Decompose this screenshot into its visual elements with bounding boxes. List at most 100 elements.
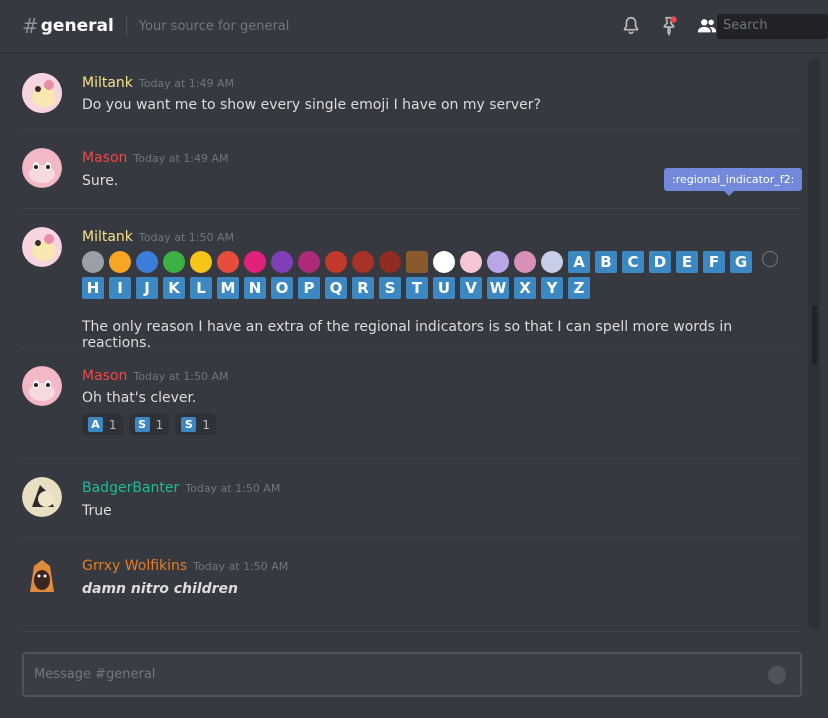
regional-indicator-emoji: S bbox=[181, 417, 197, 432]
username[interactable]: Miltank bbox=[82, 75, 133, 91]
bell-icon[interactable] bbox=[620, 15, 642, 37]
emoji-row: A B C D E F G H I J K L M N O P Q R S T … bbox=[82, 251, 762, 299]
regional-indicator-emoji[interactable]: K bbox=[163, 277, 185, 299]
custom-emoji-dark-demon[interactable] bbox=[379, 251, 401, 273]
message-group: BadgerBanter Today at 1:50 AM True bbox=[0, 459, 800, 539]
avatar[interactable] bbox=[22, 227, 62, 267]
regional-indicator-emoji[interactable]: F bbox=[703, 251, 725, 273]
channel-hash-icon: # bbox=[22, 14, 39, 38]
regional-indicator-emoji[interactable]: R bbox=[352, 277, 374, 299]
username[interactable]: BadgerBanter bbox=[82, 480, 179, 496]
regional-indicator-emoji[interactable]: T bbox=[406, 277, 428, 299]
username[interactable]: Miltank bbox=[82, 229, 133, 245]
regional-indicator-emoji[interactable]: Z bbox=[568, 277, 590, 299]
regional-indicator-emoji[interactable]: B bbox=[595, 251, 617, 273]
regional-indicator-emoji[interactable]: O bbox=[271, 277, 293, 299]
message-divider bbox=[22, 631, 800, 632]
custom-emoji-pokemon-4[interactable] bbox=[541, 251, 563, 273]
regional-indicator-emoji[interactable]: D bbox=[649, 251, 671, 273]
message-text: damn nitro children bbox=[82, 581, 239, 597]
message-text: Sure. bbox=[82, 173, 119, 189]
regional-indicator-emoji[interactable]: N bbox=[244, 277, 266, 299]
avatar[interactable] bbox=[22, 556, 62, 596]
regional-indicator-emoji[interactable]: P bbox=[298, 277, 320, 299]
custom-emoji-green-face[interactable] bbox=[163, 251, 185, 273]
message-author[interactable]: Miltank Today at 1:50 AM bbox=[82, 229, 234, 245]
reaction-s2[interactable]: S 1 bbox=[175, 414, 216, 435]
channel-header: # general Your source for general bbox=[0, 0, 828, 53]
custom-emoji-pink-face[interactable] bbox=[244, 251, 266, 273]
custom-emoji-pokemon-1[interactable] bbox=[460, 251, 482, 273]
reaction-s[interactable]: S 1 bbox=[128, 414, 170, 435]
avatar[interactable] bbox=[22, 148, 62, 188]
message-author[interactable]: Miltank Today at 1:49 AM bbox=[82, 75, 234, 91]
regional-indicator-emoji[interactable]: G bbox=[730, 251, 752, 273]
regional-indicator-emoji[interactable]: V bbox=[460, 277, 482, 299]
timestamp: Today at 1:50 AM bbox=[185, 482, 281, 495]
custom-emoji-magenta-face[interactable] bbox=[298, 251, 320, 273]
regional-indicator-emoji[interactable]: S bbox=[379, 277, 401, 299]
add-reaction-icon[interactable] bbox=[762, 251, 778, 267]
reaction-a[interactable]: A 1 bbox=[82, 414, 123, 435]
message-input[interactable]: Message #general bbox=[22, 652, 802, 697]
reaction-count: 1 bbox=[109, 417, 117, 432]
regional-indicator-emoji[interactable]: W bbox=[487, 277, 509, 299]
regional-indicator-emoji: A bbox=[88, 417, 103, 432]
message-group: Mason Today at 1:50 AM Oh that's clever. … bbox=[0, 348, 800, 460]
message-text: Do you want me to show every single emoj… bbox=[82, 97, 541, 113]
timestamp: Today at 1:49 AM bbox=[133, 152, 229, 165]
regional-indicator-emoji[interactable]: M bbox=[217, 277, 239, 299]
username[interactable]: Mason bbox=[82, 368, 127, 384]
reaction-count: 1 bbox=[202, 417, 210, 432]
regional-indicator-emoji[interactable]: U bbox=[433, 277, 455, 299]
custom-emoji-red-face[interactable] bbox=[217, 251, 239, 273]
regional-indicator-emoji[interactable]: Y bbox=[541, 277, 563, 299]
header-icons bbox=[620, 15, 718, 37]
avatar[interactable] bbox=[22, 477, 62, 517]
username[interactable]: Grrxy Wolfikins bbox=[82, 558, 187, 574]
regional-indicator-emoji[interactable]: L bbox=[190, 277, 212, 299]
custom-emoji-purple-face[interactable] bbox=[271, 251, 293, 273]
custom-emoji-angry-demon[interactable] bbox=[352, 251, 374, 273]
regional-indicator-emoji[interactable]: I bbox=[109, 277, 131, 299]
custom-emoji-pokemon-3[interactable] bbox=[514, 251, 536, 273]
message-input-placeholder: Message #general bbox=[34, 667, 156, 682]
message-text: Oh that's clever. bbox=[82, 390, 197, 406]
regional-indicator-emoji[interactable]: E bbox=[676, 251, 698, 273]
channel-name: general bbox=[40, 16, 114, 36]
timestamp: Today at 1:50 AM bbox=[193, 560, 289, 573]
regional-indicator-emoji[interactable]: C bbox=[622, 251, 644, 273]
search-input[interactable]: Search bbox=[717, 14, 828, 39]
members-icon[interactable] bbox=[696, 15, 718, 37]
custom-emoji-glass[interactable] bbox=[406, 251, 428, 273]
message-list: Miltank Today at 1:49 AM Do you want me t… bbox=[0, 55, 810, 640]
username[interactable]: Mason bbox=[82, 150, 127, 166]
custom-emoji-yellow-face[interactable] bbox=[190, 251, 212, 273]
custom-emoji-demon-face[interactable] bbox=[325, 251, 347, 273]
custom-emoji-pokemon-2[interactable] bbox=[487, 251, 509, 273]
message-group: Miltank Today at 1:50 AM A B C D E F G H… bbox=[0, 209, 800, 351]
white-heart-emoji[interactable] bbox=[433, 251, 455, 273]
custom-emoji-grey-face[interactable] bbox=[82, 251, 104, 273]
scrollbar-thumb[interactable] bbox=[812, 305, 817, 365]
custom-emoji-surprised-face[interactable] bbox=[109, 251, 131, 273]
regional-indicator-emoji[interactable]: X bbox=[514, 277, 536, 299]
message-author[interactable]: Mason Today at 1:49 AM bbox=[82, 150, 228, 166]
regional-indicator-emoji: S bbox=[134, 417, 150, 432]
regional-indicator-emoji[interactable]: Q bbox=[325, 277, 347, 299]
regional-indicator-emoji[interactable]: H bbox=[82, 277, 104, 299]
channel-topic: Your source for general bbox=[138, 18, 290, 34]
reaction-count: 1 bbox=[155, 417, 164, 432]
message-author[interactable]: BadgerBanter Today at 1:50 AM bbox=[82, 480, 280, 496]
timestamp: Today at 1:50 AM bbox=[138, 231, 234, 244]
custom-emoji-blue-face[interactable] bbox=[136, 251, 158, 273]
pin-icon[interactable] bbox=[658, 15, 680, 37]
avatar[interactable] bbox=[22, 73, 62, 113]
regional-indicator-emoji[interactable]: A bbox=[568, 251, 590, 273]
regional-indicator-emoji[interactable]: J bbox=[136, 277, 158, 299]
message-author[interactable]: Grrxy Wolfikins Today at 1:50 AM bbox=[82, 558, 288, 574]
message-author[interactable]: Mason Today at 1:50 AM bbox=[82, 368, 228, 384]
avatar[interactable] bbox=[22, 366, 62, 406]
emoji-tooltip: :regional_indicator_f2: bbox=[664, 168, 803, 196]
emoji-picker-icon[interactable] bbox=[768, 666, 786, 684]
